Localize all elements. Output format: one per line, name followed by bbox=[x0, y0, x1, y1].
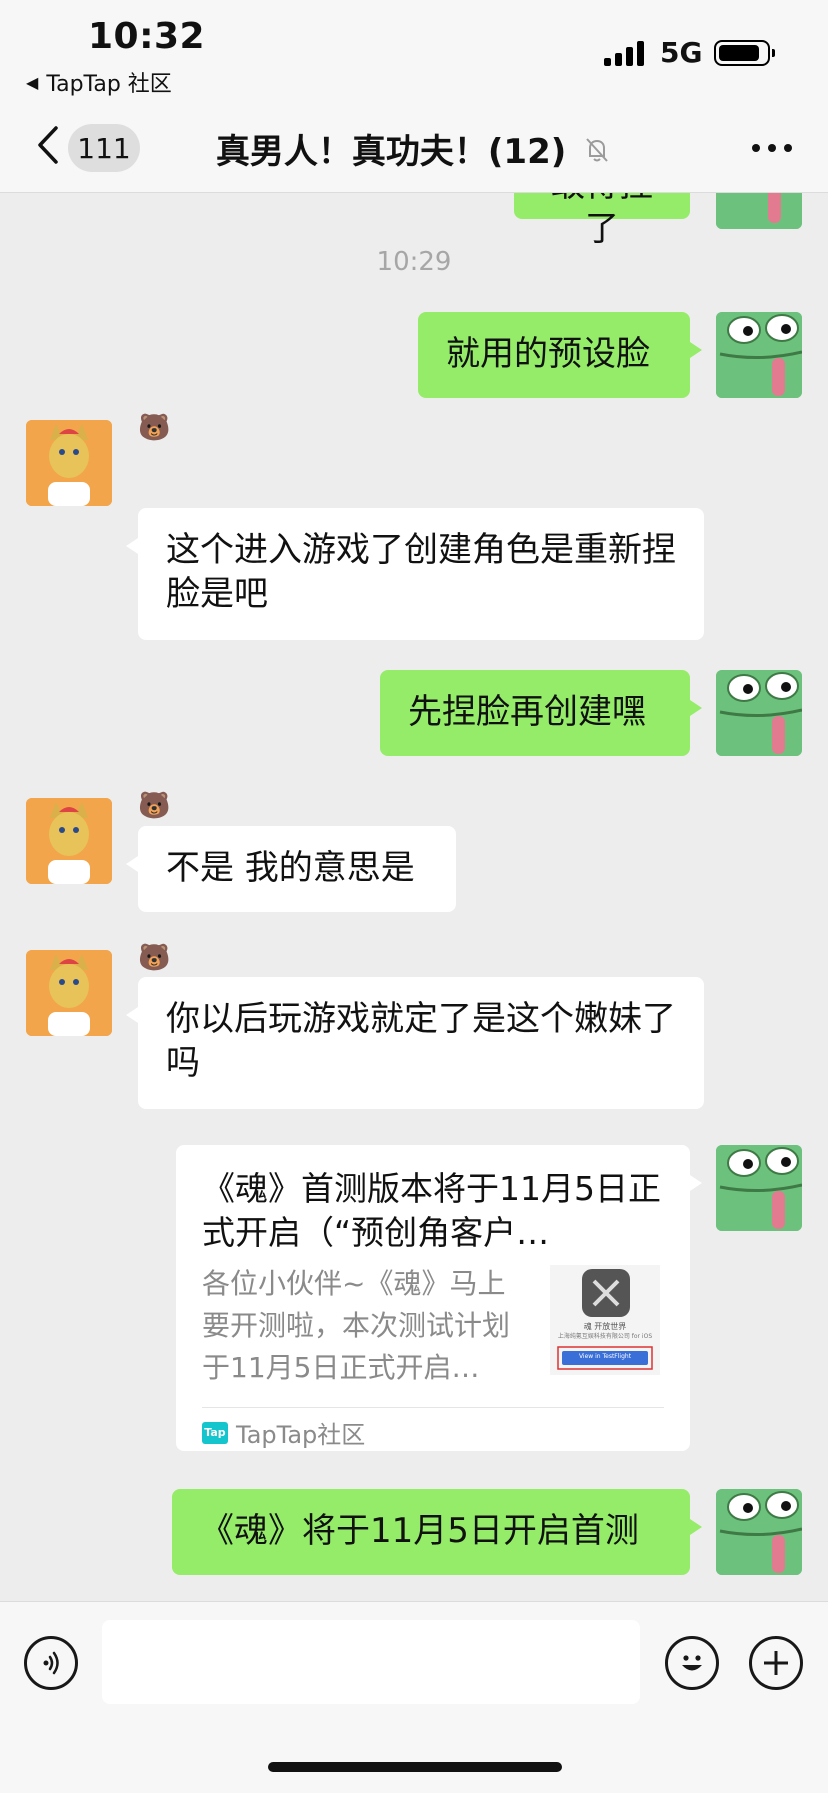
emoji-button[interactable] bbox=[665, 1636, 719, 1690]
my-avatar-frog[interactable] bbox=[716, 1145, 802, 1231]
taptap-logo-icon: Tap bbox=[202, 1421, 228, 1444]
sender-avatar-cat[interactable] bbox=[26, 420, 112, 506]
chat-header: 111 真男人！真功夫！(12) bbox=[0, 100, 828, 193]
cat-avatar-icon bbox=[26, 420, 112, 506]
sender-avatar-cat[interactable] bbox=[26, 950, 112, 1036]
card-divider bbox=[202, 1407, 664, 1408]
home-indicator[interactable] bbox=[268, 1762, 562, 1772]
more-actions-button[interactable] bbox=[749, 1636, 803, 1690]
link-card-source: Tap TapTap社区 bbox=[202, 1415, 365, 1450]
thumb-testflight-button: View in TestFlight bbox=[578, 1353, 632, 1360]
my-avatar-frog[interactable] bbox=[716, 193, 802, 229]
back-app-label: TapTap 社区 bbox=[46, 72, 172, 97]
my-avatar-frog[interactable] bbox=[716, 670, 802, 756]
more-dot-icon bbox=[752, 144, 760, 152]
frog-avatar-icon bbox=[716, 1489, 802, 1575]
frog-avatar-icon bbox=[716, 670, 802, 756]
back-triangle-icon: ◀ bbox=[26, 72, 39, 92]
plus-icon bbox=[764, 1651, 788, 1675]
frog-avatar-icon bbox=[716, 1145, 802, 1231]
message-bubble-m4[interactable]: 不是 我的意思是 bbox=[126, 826, 456, 912]
sender-nickname: 🐻 bbox=[138, 791, 171, 821]
cellular-signal-icon bbox=[604, 40, 644, 66]
voice-icon bbox=[43, 1651, 59, 1675]
more-dot-icon bbox=[768, 144, 776, 152]
back-to-app-link[interactable]: ◀ TapTap 社区 bbox=[26, 66, 172, 98]
sender-avatar-cat[interactable] bbox=[26, 798, 112, 884]
sender-nickname: 🐻 bbox=[138, 413, 171, 443]
message-bubble-m5[interactable]: 你以后玩游戏就定了是这个嫩妹了吗 bbox=[126, 977, 704, 1109]
link-card-description: 各位小伙伴~《魂》马上要开测啦，本次测试计划于11月5日正式开启… bbox=[202, 1267, 511, 1384]
status-bar: 10:32 ◀ TapTap 社区 5G bbox=[0, 0, 828, 100]
voice-input-button[interactable] bbox=[24, 1636, 78, 1690]
message-bubble-m3[interactable]: 先捏脸再创建嘿 bbox=[380, 670, 702, 756]
message-list[interactable]: 敢得捏了 10:29 就用的预设脸 🐻 这个进入游戏了创建角色是重新捏脸是吧 先… bbox=[0, 193, 828, 1601]
message-bubble-partial[interactable]: 敢得捏了 bbox=[514, 193, 690, 249]
chat-title: 真男人！真功夫！(12) bbox=[215, 132, 567, 172]
status-time: 10:32 bbox=[88, 16, 206, 57]
cat-avatar-icon bbox=[26, 798, 112, 884]
my-avatar-frog[interactable] bbox=[716, 1489, 802, 1575]
message-bubble-m2[interactable]: 这个进入游戏了创建角色是重新捏脸是吧 bbox=[126, 508, 704, 640]
smiley-icon bbox=[682, 1655, 702, 1671]
more-options-button[interactable] bbox=[752, 128, 792, 168]
link-card-title: 《魂》首测版本将于11月5日正式开启（“预创角客户… bbox=[202, 1169, 661, 1252]
time-divider: 10:29 bbox=[376, 247, 452, 277]
more-dot-icon bbox=[784, 144, 792, 152]
source-name: TapTap社区 bbox=[236, 1421, 366, 1449]
sender-nickname: 🐻 bbox=[138, 943, 171, 973]
cat-avatar-icon bbox=[26, 950, 112, 1036]
message-bubble-m1[interactable]: 就用的预设脸 bbox=[418, 312, 702, 398]
frog-avatar-icon bbox=[716, 312, 802, 398]
message-bubble-m7[interactable]: 《魂》将于11月5日开启首测 bbox=[172, 1489, 702, 1575]
mute-bell-icon bbox=[582, 134, 612, 174]
my-avatar-frog[interactable] bbox=[716, 312, 802, 398]
frog-avatar-icon bbox=[716, 193, 802, 229]
network-type: 5G bbox=[660, 36, 703, 69]
link-card[interactable]: 《魂》首测版本将于11月5日正式开启（“预创角客户… 各位小伙伴~《魂》马上要开… bbox=[176, 1145, 702, 1451]
link-card-thumbnail: 魂 开放世界 上海纯氪互娱科技有限公司 for iOS View in Test… bbox=[550, 1265, 660, 1375]
chat-title-wrap: 真男人！真功夫！(12) bbox=[0, 124, 828, 174]
message-input[interactable] bbox=[102, 1620, 640, 1704]
battery-icon bbox=[714, 40, 775, 66]
input-bar bbox=[0, 1601, 828, 1793]
thumb-developer: 上海纯氪互娱科技有限公司 for iOS bbox=[557, 1333, 653, 1340]
